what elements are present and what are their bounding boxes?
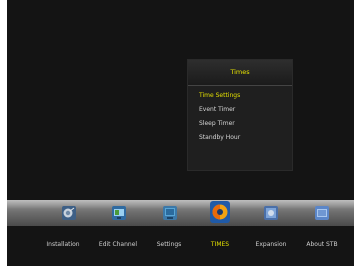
times-menu-popup: Times Time Settings Event Timer Sleep Ti… <box>187 59 293 171</box>
settings-monitor-icon[interactable] <box>163 206 177 220</box>
menu-label-expansion[interactable]: Expansion <box>256 241 287 248</box>
menu-label-times[interactable]: TIMES <box>211 241 229 248</box>
menu-item-event-timer[interactable]: Event Timer <box>188 103 292 117</box>
clock-icon[interactable] <box>210 201 230 223</box>
menu-label-about-stb[interactable]: About STB <box>306 241 337 248</box>
about-stb-icon[interactable] <box>315 206 329 220</box>
tv-channel-icon[interactable] <box>112 206 126 220</box>
main-menu-labels: Installation Edit Channel Settings TIMES… <box>7 226 354 266</box>
menu-item-sleep-timer[interactable]: Sleep Timer <box>188 117 292 131</box>
menu-item-time-settings[interactable]: Time Settings <box>188 89 292 103</box>
menu-label-edit-channel[interactable]: Edit Channel <box>99 241 137 248</box>
expansion-icon[interactable] <box>264 206 278 220</box>
popup-list: Time Settings Event Timer Sleep Timer St… <box>188 86 292 145</box>
menu-label-settings[interactable]: Settings <box>157 241 182 248</box>
popup-title: Times <box>188 60 292 86</box>
tv-screen: Times Time Settings Event Timer Sleep Ti… <box>7 0 354 266</box>
satellite-dish-icon[interactable] <box>62 206 76 220</box>
menu-label-installation[interactable]: Installation <box>46 241 79 248</box>
main-menu-bar <box>7 200 354 226</box>
menu-item-standby-hour[interactable]: Standby Hour <box>188 131 292 145</box>
